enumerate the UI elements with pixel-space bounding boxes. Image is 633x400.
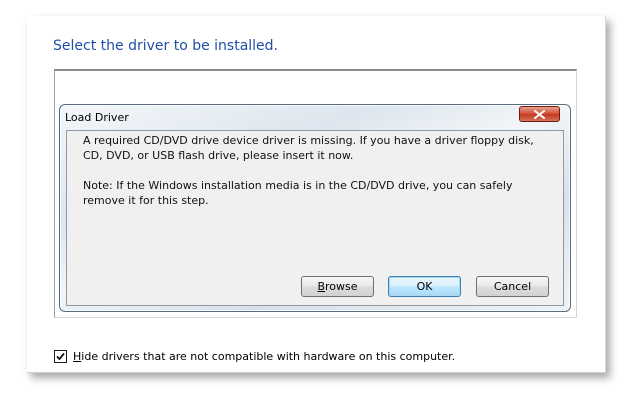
browse-accelerator: B <box>317 280 326 293</box>
ok-button[interactable]: OK <box>388 276 461 297</box>
browse-button[interactable]: Browse <box>301 276 374 297</box>
dialog-title: Load Driver <box>65 111 129 124</box>
load-driver-dialog: Load Driver A required CD/DVD drive devi… <box>59 104 571 312</box>
page-title: Select the driver to be installed. <box>53 38 279 54</box>
hide-incompatible-checkbox[interactable] <box>54 349 67 363</box>
checkmark-icon <box>56 352 65 360</box>
hide-incompatible-row[interactable]: Hide drivers that are not compatible wit… <box>54 349 455 363</box>
dialog-content: A required CD/DVD drive device driver is… <box>66 130 564 306</box>
close-icon <box>534 109 545 119</box>
browse-label: rowse <box>325 280 358 293</box>
cancel-button[interactable]: Cancel <box>476 276 549 297</box>
hide-incompatible-label: Hide drivers that are not compatible wit… <box>73 350 455 363</box>
note-message: Note: If the Windows installation media … <box>83 179 513 207</box>
hide-label-text: ide drivers that are not compatible with… <box>81 349 456 363</box>
setup-window: Select the driver to be installed. Load … <box>27 16 606 373</box>
missing-driver-message: A required CD/DVD drive device driver is… <box>83 134 534 162</box>
close-button[interactable] <box>519 106 560 122</box>
